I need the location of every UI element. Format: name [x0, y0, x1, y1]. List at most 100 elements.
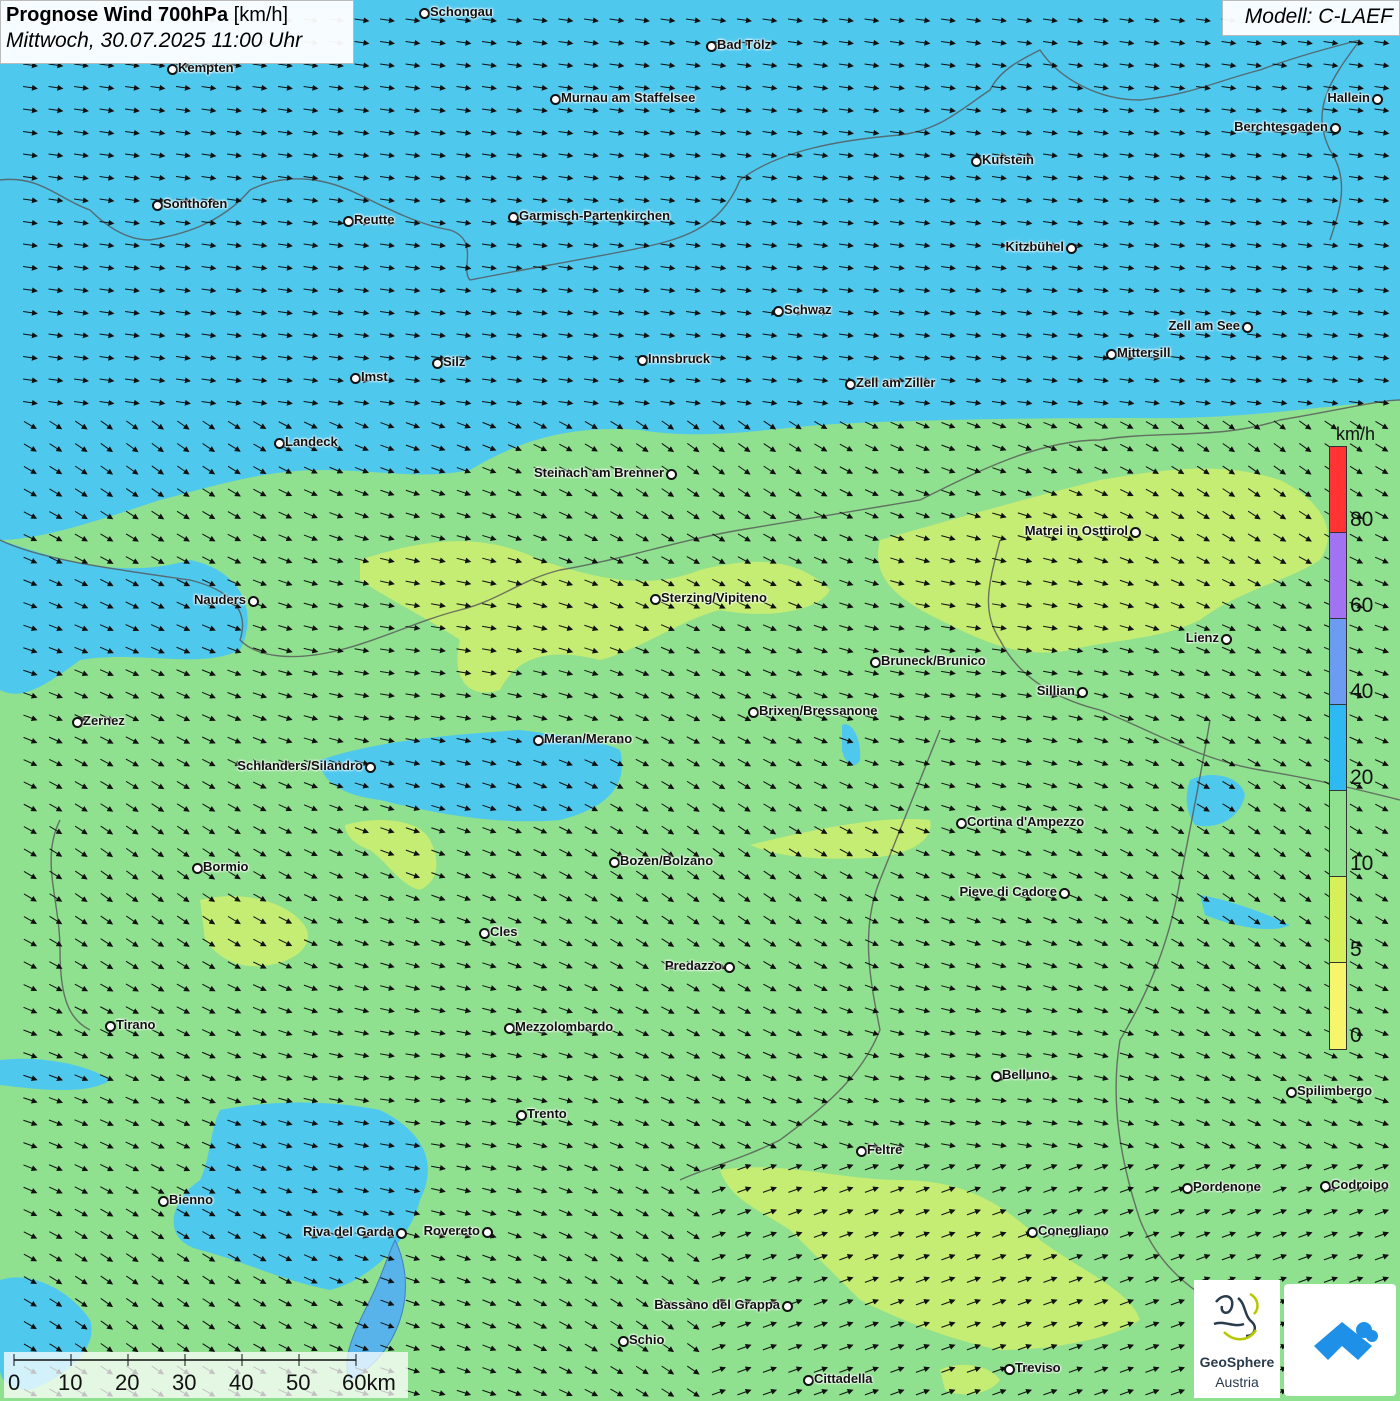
legend-label-60: 60 [1350, 594, 1374, 617]
city-dot [845, 379, 856, 390]
city-label: Schongau [430, 4, 493, 19]
city-label: Pieve di Cadore [959, 884, 1057, 899]
city-dot [856, 1146, 867, 1157]
city-label: Treviso [1015, 1360, 1061, 1375]
city-dot [167, 64, 178, 75]
geosphere-logo: GeoSphere Austria [1194, 1280, 1280, 1398]
city-dot [1330, 123, 1341, 134]
city-label: Belluno [1002, 1067, 1050, 1082]
city-label: Zell am Ziller [856, 375, 936, 390]
city-label: Zell am See [1168, 318, 1240, 333]
city-label: Reutte [354, 212, 395, 227]
city-dot [550, 94, 561, 105]
city-label: Zernez [83, 713, 125, 728]
legend-seg-80 [1329, 446, 1347, 533]
city-dot [419, 8, 430, 19]
city-label: Imst [361, 369, 388, 384]
city-label: Conegliano [1038, 1223, 1109, 1238]
forecast-datetime: Mittwoch, 30.07.2025 11:00 Uhr [6, 29, 303, 52]
city-label: Bienno [169, 1192, 214, 1207]
scale-label-40: 40 [229, 1370, 254, 1395]
city-dot [1059, 888, 1070, 899]
geosphere-emblem-icon [1213, 1292, 1259, 1341]
city-dot [1066, 243, 1077, 254]
city-label: Trento [527, 1106, 567, 1121]
city-label: Feltre [867, 1142, 903, 1157]
city-dot [516, 1110, 527, 1121]
scale-label-60: 60km [342, 1370, 396, 1395]
title-unit: [km/h] [233, 4, 289, 26]
city-dot [748, 707, 759, 718]
city-dot [432, 358, 443, 369]
city-label: Mittersill [1117, 345, 1171, 360]
legend-seg-10 [1329, 790, 1347, 877]
map-title: Prognose Wind 700hPa [km/h] [6, 4, 348, 27]
city-dot [773, 306, 784, 317]
city-label: Murnau am Staffelsee [561, 90, 696, 105]
legend-label-40: 40 [1350, 680, 1374, 703]
legend-seg-0 [1329, 962, 1347, 1050]
city-dot [365, 762, 376, 773]
city-label: Kitzbühel [1005, 239, 1065, 254]
city-dot [504, 1023, 515, 1034]
city-label: Kufstein [982, 152, 1034, 167]
scale-label-10: 10 [58, 1370, 83, 1395]
city-dot [870, 657, 881, 668]
city-dot [72, 717, 83, 728]
city-label: Pordenone [1193, 1179, 1261, 1194]
city-label: Hallein [1327, 90, 1370, 105]
city-dot [971, 156, 982, 167]
city-label: Matrei in Osttirol [1024, 523, 1128, 538]
city-dot [1077, 687, 1088, 698]
city-label: Silz [443, 354, 466, 369]
legend-seg-60 [1329, 532, 1347, 619]
city-dot [1130, 527, 1141, 538]
city-label: Mezzolombardo [515, 1019, 614, 1034]
scale-bar: 0 10 20 30 40 50 60km [4, 1352, 408, 1398]
scale-label-30: 30 [172, 1370, 197, 1395]
legend-unit: km/h [1336, 424, 1376, 444]
city-dot [637, 355, 648, 366]
app-logo [1284, 1284, 1396, 1396]
city-dot [248, 596, 259, 607]
city-dot [274, 438, 285, 449]
legend-seg-5 [1329, 876, 1347, 963]
city-label: Riva del Garda [302, 1224, 394, 1239]
scale-label-50: 50 [286, 1370, 311, 1395]
city-dot [343, 216, 354, 227]
city-label: Bruneck/Brunico [881, 653, 986, 668]
legend-seg-40 [1329, 618, 1347, 705]
city-label: Nauders [193, 592, 246, 607]
city-label: Lienz [1185, 630, 1219, 645]
legend-label-20: 20 [1350, 766, 1374, 789]
city-dot [350, 373, 361, 384]
city-dot [609, 857, 620, 868]
city-label: Cles [490, 924, 518, 939]
legend-label-80: 80 [1350, 508, 1374, 531]
legend-seg-20 [1329, 704, 1347, 791]
city-dot [1320, 1181, 1331, 1192]
weather-app-icon [1314, 1322, 1378, 1360]
city-label: Sterzing/Vipiteno [661, 590, 767, 605]
city-dot [782, 1301, 793, 1312]
city-label: Kempten [178, 60, 234, 75]
scale-label-0: 0 [8, 1370, 21, 1395]
city-dot [158, 1196, 169, 1207]
city-label: Meran/Merano [544, 731, 633, 746]
city-dot [152, 200, 163, 211]
city-label: Codroipo [1331, 1177, 1389, 1192]
city-dot [479, 928, 490, 939]
city-label: Tirano [116, 1017, 156, 1032]
scale-label-20: 20 [115, 1370, 140, 1395]
city-label: Landeck [285, 434, 338, 449]
city-label: Bassano del Grappa [654, 1297, 780, 1312]
city-dot [650, 594, 661, 605]
city-label: Schlanders/Silandro [237, 758, 363, 773]
city-dot [482, 1227, 493, 1238]
city-label: Innsbruck [648, 351, 711, 366]
city-dot [533, 735, 544, 746]
city-dot [1221, 634, 1232, 645]
city-dot [192, 863, 203, 874]
city-dot [1372, 94, 1383, 105]
city-dot [1182, 1183, 1193, 1194]
